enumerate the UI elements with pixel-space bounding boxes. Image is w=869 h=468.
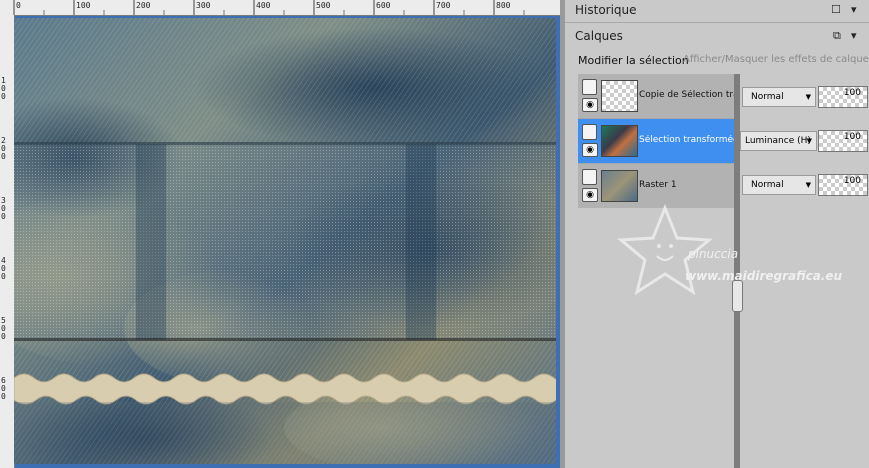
blend-mode-select[interactable]: Normal ▼: [742, 175, 816, 195]
restore-icon[interactable]: ⧉: [833, 29, 841, 43]
ruler-label: 2 0 0: [1, 136, 11, 161]
history-panel-header[interactable]: Historique ☐ ▾: [565, 0, 869, 23]
left-ruler: 1 0 0 2 0 0 3 0 0 4 0 0 5 0 0 6 0 0: [0, 15, 15, 468]
opacity-value: 100: [843, 88, 861, 98]
layer-list: ◉ Copie de Sélection tran ◉ Sélection tr…: [578, 74, 736, 208]
opacity-field[interactable]: 100: [818, 86, 868, 108]
star-logo-icon: pinuccia www.maidiregrafica.eu: [617, 203, 842, 296]
right-panels: Historique ☐ ▾ Calques ⧉ ▾ Modifier la s…: [565, 0, 869, 468]
opacity-field[interactable]: 100: [818, 174, 868, 196]
layer-thumbnail: [601, 125, 638, 157]
history-panel-title: Historique: [575, 3, 637, 17]
layers-panel-header[interactable]: Calques ⧉ ▾: [565, 25, 869, 47]
ruler-ticks: [13, 0, 525, 15]
top-ruler: 0 100 200 300 400 500 600 700 800: [0, 0, 560, 16]
svg-text:www.maidiregrafica.eu: www.maidiregrafica.eu: [685, 269, 842, 283]
ruler-label: 1 0 0: [1, 76, 11, 101]
image-window: 0 100 200 300 400 500 600 700 800 1 0 0 …: [0, 0, 560, 468]
blend-mode-select[interactable]: Normal ▼: [742, 87, 816, 107]
eye-icon[interactable]: ◉: [582, 143, 598, 157]
layer-name: Raster 1: [639, 180, 677, 190]
chevron-down-icon: ▼: [805, 93, 811, 101]
opacity-value: 100: [843, 176, 861, 186]
toggle-layer-effects-button[interactable]: Afficher/Masquer les effets de calque: [683, 54, 869, 65]
layer-properties-icon[interactable]: [582, 169, 597, 185]
layer-thumbnail: [601, 170, 638, 202]
layer-name: Copie de Sélection tran: [639, 90, 735, 100]
ruler-label: 3 0 0: [1, 196, 11, 221]
layer-properties-icon[interactable]: [582, 79, 597, 95]
blend-mode-value: Normal: [751, 180, 784, 190]
chevron-down-icon: ▼: [806, 137, 812, 145]
layer-name: Sélection transformée: [639, 135, 735, 145]
blend-mode-select[interactable]: Luminance (H) ▼: [740, 131, 817, 151]
opacity-value: 100: [843, 132, 861, 142]
ruler-label: 6 0 0: [1, 376, 11, 401]
watermark-logo: pinuccia www.maidiregrafica.eu: [615, 200, 865, 310]
opacity-field[interactable]: 100: [818, 130, 868, 152]
layer-row[interactable]: ◉ Copie de Sélection tran: [578, 74, 736, 118]
eye-icon[interactable]: ◉: [582, 188, 598, 202]
chevron-down-icon[interactable]: ▾: [851, 29, 857, 42]
modify-selection-button[interactable]: Modifier la sélection: [578, 54, 689, 67]
svg-text:pinuccia: pinuccia: [687, 247, 738, 261]
layer-row[interactable]: ◉ Sélection transformée: [578, 119, 736, 163]
image-canvas[interactable]: [14, 18, 556, 464]
eye-icon[interactable]: ◉: [582, 98, 598, 112]
maximize-icon[interactable]: ☐: [831, 3, 841, 16]
layer-thumbnail: [601, 80, 638, 112]
chevron-down-icon[interactable]: ▾: [851, 3, 857, 16]
ruler-label: 4 0 0: [1, 256, 11, 281]
blend-mode-value: Normal: [751, 92, 784, 102]
chevron-down-icon: ▼: [805, 181, 811, 189]
layers-panel-title: Calques: [575, 29, 623, 43]
blend-mode-value: Luminance (H): [745, 136, 811, 146]
ruler-label: 5 0 0: [1, 316, 11, 341]
layer-properties-icon[interactable]: [582, 124, 597, 140]
artwork: [14, 18, 556, 464]
